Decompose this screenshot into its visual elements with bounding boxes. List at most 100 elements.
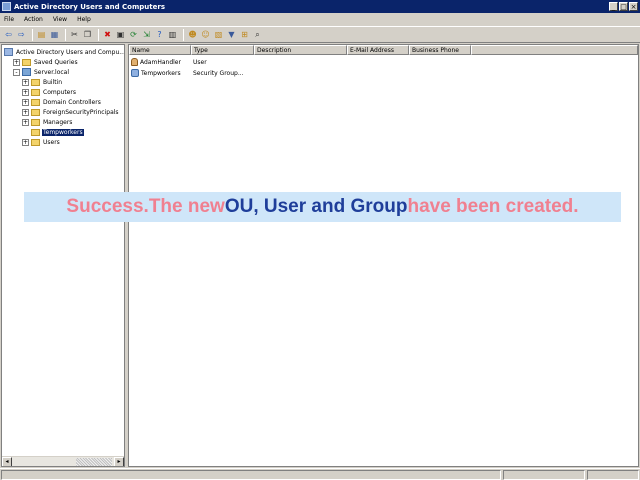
back-arrow-icon: ⇦ [5, 29, 12, 39]
column-header-business-phone[interactable]: Business Phone [409, 45, 471, 55]
menu-view[interactable]: View [53, 16, 67, 23]
console-tree: Active Directory Users and Compu... + Save… [1, 44, 125, 467]
refresh-button[interactable]: ⟳ [128, 29, 139, 40]
menu-file[interactable]: File [4, 16, 14, 23]
column-header-email[interactable]: E-Mail Address [347, 45, 409, 55]
column-header-name[interactable]: Name [129, 45, 191, 55]
add-to-group-button[interactable]: ⊞ [239, 29, 250, 40]
add-to-group-icon: ⊞ [241, 29, 248, 39]
refresh-icon: ⟳ [130, 29, 137, 39]
scroll-left-button[interactable]: ◂ [2, 457, 12, 466]
menu-action[interactable]: Action [24, 16, 43, 23]
name-text: Tempworkers [141, 69, 181, 77]
folder-icon [31, 88, 40, 96]
new-ou-icon: ▧ [214, 29, 223, 39]
tree-item[interactable]: + ForeignSecurityPrincipals [22, 107, 120, 117]
toolbar: ⇦ ⇨ ▤ ▦ ✂ ❐ ✖ ▣ ⟳ ⇲? ▥ ☻ ☺ ▧ ▼ ⊞ ⌕ [0, 26, 640, 43]
tree-item[interactable]: + Users [22, 137, 61, 147]
copy-button[interactable]: ❐ [82, 29, 93, 40]
folder-icon [31, 118, 40, 126]
banner-text-highlight: OU, User and Group [224, 196, 408, 217]
type-cell: User [193, 58, 207, 66]
cut-icon: ✂ [71, 29, 78, 39]
status-panel-main [1, 470, 501, 480]
type-cell: Security Group... [193, 69, 244, 77]
help-icon: ? [157, 29, 162, 39]
tree-horizontal-scrollbar[interactable]: ◂ ▸ [2, 456, 124, 466]
scroll-thumb[interactable] [76, 458, 112, 466]
tree-item-label: ForeignSecurityPrincipals [43, 108, 119, 116]
menu-bar: File Action View Help [0, 13, 640, 25]
find-icon: ⌕ [255, 29, 260, 39]
expand-toggle[interactable]: + [22, 78, 29, 86]
maximize-button[interactable]: □ [619, 2, 628, 11]
properties-button[interactable]: ▣ [115, 29, 126, 40]
tree-item[interactable]: + Computers [22, 87, 77, 97]
show-hide-tree-button[interactable]: ▦ [49, 29, 60, 40]
tree-item[interactable]: + Saved Queries [13, 57, 79, 67]
tree-item[interactable]: Tempworkers [22, 127, 84, 137]
tree-item[interactable]: + Builtin [22, 77, 63, 87]
folder-icon [31, 78, 40, 86]
close-button[interactable]: × [629, 2, 638, 11]
filter-button[interactable]: ▼ [226, 29, 237, 40]
up-folder-button[interactable]: ▤ [36, 29, 47, 40]
expand-toggle[interactable]: + [22, 108, 29, 116]
tree-item[interactable]: - Server.local [13, 67, 70, 77]
new-group-button[interactable]: ☺ [200, 29, 211, 40]
folder-icon [31, 98, 40, 106]
tree-item-label: Builtin [43, 78, 63, 86]
collapse-toggle[interactable]: - [13, 68, 20, 76]
forward-arrow-button[interactable]: ⇨ [16, 29, 27, 40]
tree-item-label: Active Directory Users and Compu... [16, 48, 125, 56]
tree-item[interactable]: Active Directory Users and Compu... [4, 47, 125, 57]
status-panel-tertiary [587, 470, 639, 480]
tree-item-label: Computers [43, 88, 76, 96]
show-hide-tree-icon: ▦ [50, 29, 59, 39]
folder-icon [31, 128, 40, 136]
toolbar-separator [65, 28, 66, 41]
column-header-type[interactable]: Type [191, 45, 254, 55]
tree-item[interactable]: + Domain Controllers [22, 97, 102, 107]
expand-toggle[interactable]: + [22, 98, 29, 106]
expand-toggle[interactable]: + [22, 118, 29, 126]
folder-icon [22, 58, 31, 66]
name-cell: AdamHandler [129, 58, 191, 66]
tree-item[interactable]: + Managers [22, 117, 73, 127]
name-text: AdamHandler [140, 58, 181, 66]
name-cell: Tempworkers [129, 69, 191, 77]
delete-button[interactable]: ✖ [102, 29, 113, 40]
console-icon: ▥ [168, 29, 177, 39]
delete-icon: ✖ [104, 29, 111, 39]
title-bar: Active Directory Users and Computers _ □… [0, 0, 640, 13]
tree-item-label: Tempworkers [42, 128, 84, 136]
scroll-right-button[interactable]: ▸ [114, 457, 124, 466]
banner-text-end: have been created. [407, 196, 579, 217]
tree-item-label: Saved Queries [34, 58, 78, 66]
expand-toggle[interactable]: + [22, 88, 29, 96]
minimize-button[interactable]: _ [609, 2, 618, 11]
new-ou-button[interactable]: ▧ [213, 29, 224, 40]
column-header-description[interactable]: Description [254, 45, 347, 55]
export-list-button[interactable]: ⇲ [141, 29, 152, 40]
group-icon [131, 69, 139, 77]
filter-icon: ▼ [228, 29, 235, 39]
help-button[interactable]: ? [154, 29, 165, 40]
expand-toggle[interactable]: + [22, 138, 29, 146]
console-button[interactable]: ▥ [167, 29, 178, 40]
list-row[interactable]: AdamHandler User [129, 57, 254, 67]
menu-help[interactable]: Help [77, 16, 91, 23]
copy-icon: ❐ [83, 29, 92, 39]
status-panel-secondary [503, 470, 585, 480]
back-arrow-button[interactable]: ⇦ [3, 29, 14, 40]
tree-spacer [22, 128, 29, 136]
list-row[interactable]: Tempworkers Security Group... [129, 68, 254, 78]
forward-arrow-icon: ⇨ [18, 29, 25, 39]
toolbar-separator [183, 28, 184, 41]
new-user-button[interactable]: ☻ [187, 29, 198, 40]
column-header-empty [471, 45, 638, 55]
expand-toggle[interactable]: + [13, 58, 20, 66]
cut-button[interactable]: ✂ [69, 29, 80, 40]
user-icon [131, 58, 138, 66]
find-button[interactable]: ⌕ [252, 29, 263, 40]
